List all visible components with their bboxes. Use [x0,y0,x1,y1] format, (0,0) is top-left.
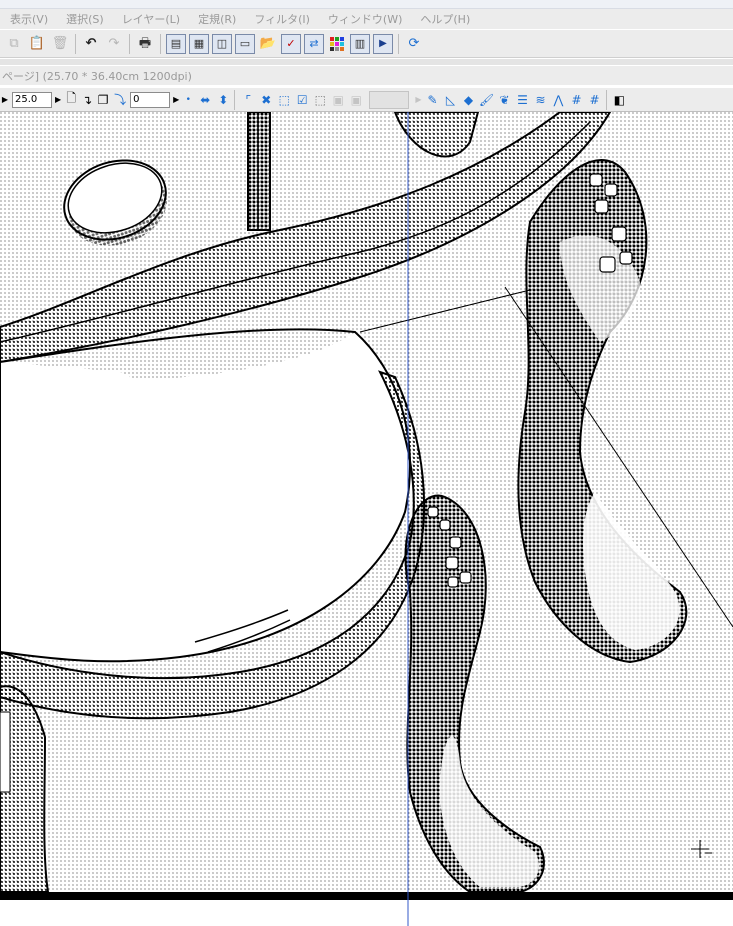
toolbar-separator [606,89,608,110]
menu-bar: 表示(V) 選択(S) レイヤー(L) 定規(R) フィルタ(I) ウィンドウ(… [0,9,733,29]
toolbar-separator [75,33,76,54]
new-page-icon[interactable]: 🗋 [64,91,78,109]
dot-icon[interactable]: • [182,91,194,109]
brush-size-arrow-icon[interactable]: ▶ [55,95,61,104]
ruler-icon[interactable]: ◺ [442,91,458,109]
free-transform-icon[interactable]: ⬚ [276,91,292,109]
toolbar-separator [129,33,130,54]
corner-icon[interactable]: ↴ [80,91,94,109]
manga-artwork [0,112,733,926]
toolbar-separator [160,33,161,54]
tool-options-bar: ▶ 25.0 ▶ 🗋 ↴ ❐ ⤵ 0 ▶ • ⬌ ⬍ ⌜ ✖ ⬚ ☑ ⬚ ▣ ▣… [0,88,733,112]
selection-icon[interactable]: ⬚ [312,91,328,109]
flip-horizontal-icon[interactable]: ⬌ [196,91,214,109]
menu-layer[interactable]: レイヤー(L) [112,11,188,27]
fill-icon[interactable]: ◆ [460,91,476,109]
grid-alt-icon[interactable]: # [586,91,602,109]
grid-icon[interactable]: # [568,91,584,109]
disabled-field [369,90,410,109]
transform-icon[interactable]: ✖ [258,91,274,109]
disabled-paste-icon: ▣ [350,92,362,107]
spread-view-icon[interactable]: ◫ [212,33,232,54]
redo-icon[interactable]: ↷ [104,34,124,54]
document-title-bar: ページ] (25.70 * 36.40cm 1200dpi) [0,66,733,85]
disabled-arrow-icon: ▶ [415,95,422,104]
convert-icon[interactable]: ⇄ [304,33,324,54]
undo-icon[interactable]: ↶ [81,34,101,54]
paste-icon[interactable]: 📋 [27,34,47,54]
crop-icon[interactable]: ⌜ [240,91,256,109]
menu-help[interactable]: ヘルプ(H) [410,11,478,27]
speed-lines-icon[interactable]: ≋ [532,91,548,109]
focus-lines-icon[interactable]: ⋀ [550,91,566,109]
print-icon[interactable]: 🖶 [135,34,155,54]
panel-icon[interactable]: ▥ [350,33,370,54]
open-folder-icon[interactable]: 📂 [258,34,278,54]
angle-field[interactable]: 0 [130,91,171,108]
delete-icon[interactable]: 🗑 [50,34,70,54]
menu-window[interactable]: ウィンドウ(W) [318,11,410,27]
window-icon[interactable]: ▭ [235,33,255,54]
menu-filter[interactable]: フィルタ(I) [244,11,318,27]
checkbox-icon[interactable]: ✓ [281,33,301,54]
toolbar-separator [398,33,399,54]
page-margin [0,900,733,926]
page-view-icon[interactable]: ▤ [166,33,186,54]
brush-icon[interactable]: 🖌 [478,91,494,109]
title-bar-edge [0,0,733,9]
main-toolbar: ⧉ 📋 🗑 ↶ ↷ 🖶 ▤ ▦ ◫ ▭ 📂 ✓ ⇄ ▥ ▶ ⟳ [0,30,733,58]
flip-vertical-icon[interactable]: ⬍ [216,91,230,109]
rotate-view-icon[interactable]: ⟳ [404,34,424,54]
menu-select[interactable]: 選択(S) [56,11,112,27]
vertical-post [247,112,271,231]
pen-icon[interactable]: ✎ [424,91,440,109]
left-leg-scales [0,711,11,793]
panel-border [0,892,733,900]
lines-icon[interactable]: ☰ [514,91,530,109]
disabled-copy-icon: ▣ [332,92,344,107]
copy-icon[interactable]: ⧉ [4,34,24,54]
rotate-angle-icon[interactable]: ⤵ [112,91,128,109]
play-icon[interactable]: ▶ [373,33,393,54]
toolbar-gap [0,59,733,65]
menu-view[interactable]: 表示(V) [0,11,56,27]
feather-icon[interactable]: ❦ [496,91,512,109]
page-flip-icon[interactable]: ❐ [96,91,110,109]
drawing-canvas[interactable] [0,112,733,926]
options-arrow-icon[interactable]: ▶ [0,91,10,109]
document-title: ページ] (25.70 * 36.40cm 1200dpi) [2,69,192,83]
page-list-icon[interactable]: ▦ [189,33,209,54]
check-transform-icon[interactable]: ☑ [294,91,310,109]
layer-panel-icon[interactable]: ◧ [612,91,626,109]
color-palette-icon[interactable] [327,34,347,54]
angle-arrow-icon[interactable]: ▶ [173,95,179,104]
brush-size-field[interactable]: 25.0 [12,91,52,108]
menu-ruler[interactable]: 定規(R) [188,11,244,27]
toolbar-separator [234,89,236,110]
